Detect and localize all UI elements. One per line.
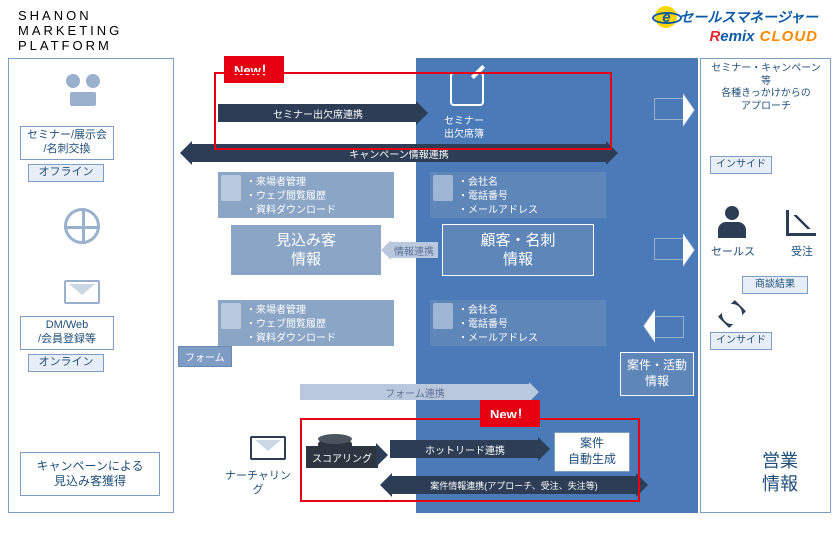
arrow-hotlead: ホットリード連携 [390,440,540,458]
bullets-client-top: ・会社名 ・電話番号 ・メールアドレス [430,172,606,218]
box-campaign-acq: キャンペーンによる 見込み客獲得 [20,452,160,496]
box-inside-2: インサイド [710,332,772,350]
person-icon [221,303,241,329]
badge-new-top: New！ [224,56,284,83]
box-online: オンライン [28,354,104,372]
box-case-activity: 案件・活動 情報 [620,352,694,396]
arrow-campaign-info: キャンペーン情報連携 [190,144,608,162]
badge-new-bottom: New！ [480,400,540,427]
box-case-autogen: 案件 自動生成 [554,432,630,472]
box-customer-info: 顧客・名刺 情報 [442,224,594,276]
mail-icon [64,280,100,304]
tag-form: フォーム [178,346,232,367]
people-icon [60,74,106,106]
box-seminar-exhibit: セミナー/展示会 /名刺交換 [20,126,114,160]
box-lead-info: 見込み客 情報 [230,224,382,276]
label-sales: セールス [706,244,760,262]
bullets-client-bottom: ・会社名 ・電話番号 ・メールアドレス [430,300,606,346]
bullets-visitor-bottom: ・来場者管理 ・ウェブ閲覧履歴 ・資料ダウンロード [218,300,394,346]
label-approach: セミナー・キャンペーン等 各種きっかけからの アプローチ [704,66,828,110]
arrow-outline-2 [654,238,684,260]
box-negotiation: 商談結果 [742,276,808,294]
arrow-info-link: 情報連携 [390,242,438,258]
shanon-logo: SHANON MARKETING PLATFORM [18,8,122,53]
box-inside-1: インサイド [710,156,772,174]
salesman-icon [718,206,746,238]
envelope-icon [250,436,286,460]
arrow-case-info: 案件情報連携(アプローチ、受注、失注等) [390,476,638,494]
arrow-form-link: フォーム連携 [300,384,530,400]
bullets-visitor-top: ・来場者管理 ・ウェブ閲覧履歴 ・資料ダウンロード [218,172,394,218]
arrow-outline-3 [654,316,684,338]
box-dmweb: DM/Web /会員登録等 [20,316,114,350]
arrow-outline-1 [654,98,684,120]
box-offline: オフライン [28,164,104,182]
phone-icon [718,300,746,328]
label-sales-info: 営業 情報 [762,450,798,497]
compose-icon [450,72,484,106]
label-attendance-book: セミナー 出欠席簿 [428,112,500,144]
label-nurturing: ナーチャリング [218,474,298,494]
chart-icon [786,210,816,236]
globe-icon [64,208,100,244]
arrow-seminar-attendance: セミナー出欠席連携 [218,104,418,122]
remix-logo: eセールスマネージャー Remix CLOUD [655,6,818,45]
person-icon [433,175,453,201]
person-icon [221,175,241,201]
person-icon [433,303,453,329]
label-order: 受注 [780,244,824,262]
box-scoring: スコアリング [306,446,378,468]
